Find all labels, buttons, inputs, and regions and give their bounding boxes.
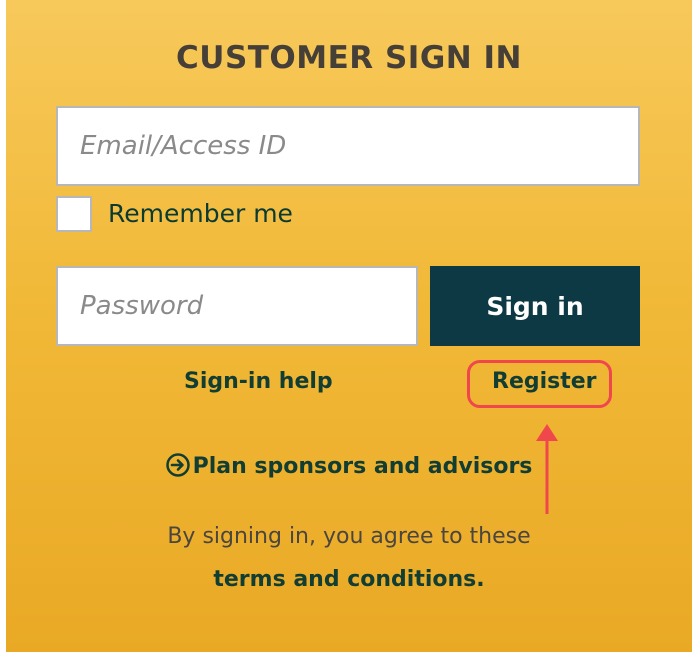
password-input[interactable] — [56, 266, 418, 346]
plan-sponsors-label: Plan sponsors and advisors — [192, 454, 533, 479]
page-title: CUSTOMER SIGN IN — [176, 40, 522, 76]
sign-in-help-link[interactable]: Sign-in help — [184, 369, 333, 394]
terms-link[interactable]: terms and conditions. — [6, 567, 692, 592]
email-input[interactable] — [56, 106, 640, 186]
plan-sponsors-link[interactable]: Plan sponsors and advisors — [6, 453, 692, 479]
remember-me-label[interactable]: Remember me — [108, 196, 293, 232]
sign-in-panel: CUSTOMER SIGN IN Remember me Sign in Sig… — [6, 0, 692, 652]
agreement-text: By signing in, you agree to these — [167, 524, 531, 549]
register-link[interactable]: Register — [492, 369, 597, 394]
sign-in-button[interactable]: Sign in — [430, 266, 640, 346]
remember-me-checkbox[interactable] — [56, 196, 92, 232]
arrow-circle-right-icon — [165, 453, 190, 477]
